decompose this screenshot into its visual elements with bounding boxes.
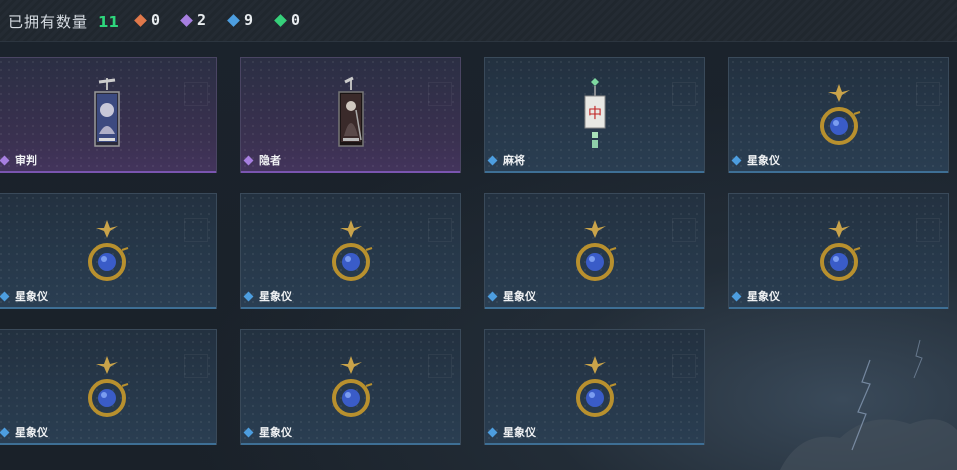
card-name: 星象仪 [747,290,780,303]
item-card[interactable]: 隐者 [240,57,461,173]
blue-diamond-icon [731,155,742,165]
astrolabe-charm-icon [87,220,128,281]
card-name: 星象仪 [503,426,536,439]
owned-summary: 已拥有数量 11 [8,11,119,32]
item-card[interactable]: 星象仪 [484,193,705,309]
storm-cloud-background [780,339,957,470]
stat-blue: 9 [227,11,254,29]
stat-blue-count: 9 [244,11,254,29]
astrolabe-charm-icon [819,84,860,145]
card-label: 星象仪 [0,424,48,440]
blue-diamond-icon [487,291,498,301]
card-label: 星象仪 [0,288,48,304]
card-name: 星象仪 [259,290,292,303]
hermit-tarot-charm-icon [337,76,364,147]
blue-diamond-icon [243,291,254,301]
orange-diamond-icon [134,13,147,27]
card-label: 星象仪 [243,288,292,304]
card-name: 麻将 [503,154,525,167]
card-name: 星象仪 [747,154,780,167]
blue-diamond-icon [487,155,498,165]
judgement-tarot-charm-icon [93,78,120,147]
card-name: 星象仪 [15,290,48,303]
blue-diamond-icon [487,427,498,437]
card-label: 麻将 [487,152,525,168]
owned-label: 已拥有数量 [8,13,89,31]
card-name: 审判 [15,154,37,167]
card-label: 星象仪 [487,424,536,440]
blue-diamond-icon [0,291,10,301]
purple-diamond-icon [0,155,10,165]
purple-diamond-icon [180,13,193,27]
card-name: 星象仪 [15,426,48,439]
astrolabe-charm-icon [331,220,372,281]
item-card[interactable]: 审判 [0,57,217,173]
astrolabe-charm-icon [575,220,616,281]
astrolabe-charm-icon [87,356,128,417]
stat-green: 0 [274,11,301,29]
inventory-header: 已拥有数量 11 0 2 9 0 [0,0,957,42]
card-label: 隐者 [243,152,281,168]
item-card[interactable]: 星象仪 [728,193,949,309]
owned-count: 11 [98,12,119,31]
item-card[interactable]: 星象仪 [0,193,217,309]
blue-diamond-icon [243,427,254,437]
svg-text:中: 中 [588,106,602,122]
item-card[interactable]: 星象仪 [240,329,461,445]
item-card[interactable]: 星象仪 [728,57,949,173]
stat-purple: 2 [180,11,207,29]
stat-orange: 0 [134,11,161,29]
stat-orange-count: 0 [151,11,161,29]
item-card[interactable]: 中 麻将 [484,57,705,173]
card-label: 星象仪 [731,152,780,168]
card-label: 星象仪 [731,288,780,304]
stat-purple-count: 2 [197,11,207,29]
item-card[interactable]: 星象仪 [240,193,461,309]
card-label: 星象仪 [487,288,536,304]
blue-diamond-icon [0,427,10,437]
stat-green-count: 0 [291,11,301,29]
blue-diamond-icon [227,13,240,27]
purple-diamond-icon [243,155,254,165]
astrolabe-charm-icon [331,356,372,417]
card-name: 星象仪 [259,426,292,439]
blue-diamond-icon [731,291,742,301]
card-name: 星象仪 [503,290,536,303]
card-label: 审判 [0,152,37,168]
mahjong-tile-charm-icon: 中 [584,78,605,148]
item-card[interactable]: 星象仪 [0,329,217,445]
card-label: 星象仪 [243,424,292,440]
green-diamond-icon [274,13,287,27]
astrolabe-charm-icon [575,356,616,417]
astrolabe-charm-icon [819,220,860,281]
card-name: 隐者 [259,154,281,167]
item-card[interactable]: 星象仪 [484,329,705,445]
